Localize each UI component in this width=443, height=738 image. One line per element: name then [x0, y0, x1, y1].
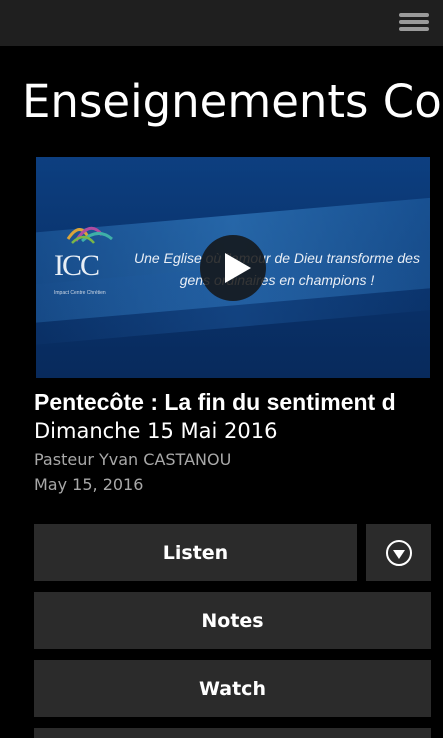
download-button[interactable]: [366, 524, 431, 581]
notes-button-label: Notes: [201, 609, 264, 632]
listen-button-label: Listen: [162, 541, 229, 564]
speaker-name: Pasteur Yvan CASTANOU: [34, 450, 232, 469]
video-tagline: Une Eglise où l'amour de Dieu transforme…: [134, 250, 420, 288]
logo-text: ICC: [54, 249, 100, 282]
notes-button[interactable]: Notes: [34, 592, 431, 649]
publish-date: May 15, 2016: [34, 475, 144, 494]
download-circle-icon: [385, 539, 412, 566]
top-app-bar: [0, 0, 443, 46]
hamburger-menu-icon[interactable]: [399, 12, 431, 34]
sermon-title: Pentecôte : La fin du sentiment d: [34, 389, 396, 415]
listen-button[interactable]: Listen: [34, 524, 357, 581]
next-action-button[interactable]: [34, 728, 431, 738]
video-player[interactable]: ICC Impact Centre Chrétien Une Eglise où…: [36, 157, 430, 378]
menu-line: [399, 20, 429, 24]
watch-button[interactable]: Watch: [34, 660, 431, 717]
watch-button-label: Watch: [199, 677, 266, 700]
sermon-subtitle: Dimanche 15 Mai 2016: [34, 419, 278, 443]
page-title: Enseignements Cont: [22, 75, 443, 128]
play-icon[interactable]: [200, 235, 266, 301]
logo-subtitle: Impact Centre Chrétien: [54, 290, 106, 296]
menu-line: [399, 13, 429, 17]
menu-line: [399, 27, 429, 31]
